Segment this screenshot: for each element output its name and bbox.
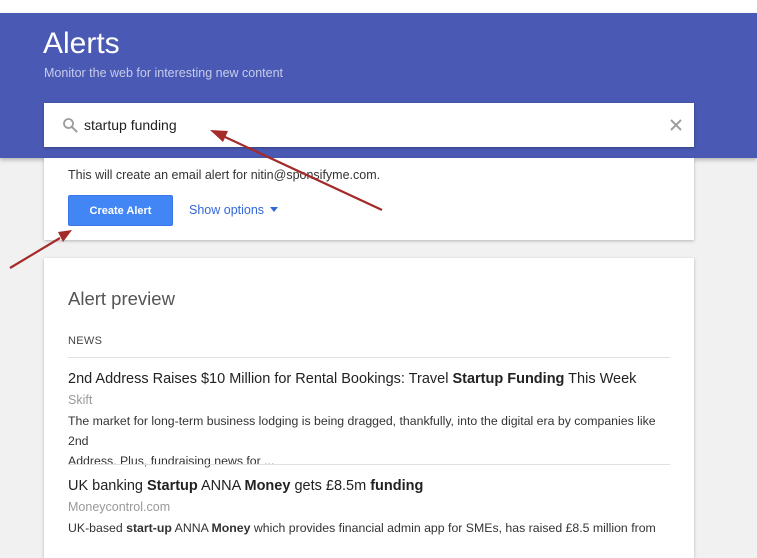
snippet-part-bold: Money [211,521,251,535]
title-part-bold: Money [244,478,291,494]
page-title: Alerts [43,27,120,60]
snippet-line: The market for long-term business lodgin… [68,414,656,448]
snippet-line: Address. Plus, fundraising news for ... [68,454,275,468]
email-alert-info: This will create an email alert for niti… [68,168,381,182]
search-icon [63,118,78,133]
section-label-news: NEWS [68,335,103,347]
title-part: This Week [564,371,637,387]
article-divider [68,464,670,465]
title-part-bold: Startup [147,478,198,494]
alert-preview-card: Alert preview NEWS 2nd Address Raises $1… [44,258,694,558]
top-strip [0,0,757,13]
caret-down-icon [270,207,279,212]
snippet-part: UK-based [68,521,127,535]
article-title-2[interactable]: UK banking Startup ANNA Money gets £8.5m… [68,478,423,494]
article-snippet-1: The market for long-term business lodgin… [68,411,668,471]
snippet-part-bold: start-up [126,521,172,535]
title-part: UK banking [68,478,147,494]
article-snippet-2: UK-based start-up ANNA Money which provi… [68,518,668,538]
article-source-2: Moneycontrol.com [68,500,171,514]
show-options-label: Show options [189,203,265,217]
snippet-part: which provides financial admin app for S… [250,521,656,535]
title-part: ANNA [197,478,245,494]
article-source-1: Skift [68,393,93,407]
create-alert-button[interactable]: Create Alert [68,195,173,226]
alert-preview-title: Alert preview [68,288,175,309]
article-title-1[interactable]: 2nd Address Raises $10 Million for Renta… [68,371,636,387]
show-options-link[interactable]: Show options [189,203,279,217]
create-alert-card: This will create an email alert for niti… [44,158,694,240]
section-divider [68,357,670,358]
snippet-part: ANNA [171,521,212,535]
page-subtitle: Monitor the web for interesting new cont… [44,66,284,80]
title-part: 2nd Address Raises $10 Million for Renta… [68,371,453,387]
title-part-bold: Startup Funding [452,371,565,387]
search-box[interactable] [44,103,694,147]
search-input[interactable] [84,113,654,137]
close-icon[interactable] [668,117,684,133]
title-part-bold: funding [370,478,424,494]
title-part: gets £8.5m [290,478,371,494]
